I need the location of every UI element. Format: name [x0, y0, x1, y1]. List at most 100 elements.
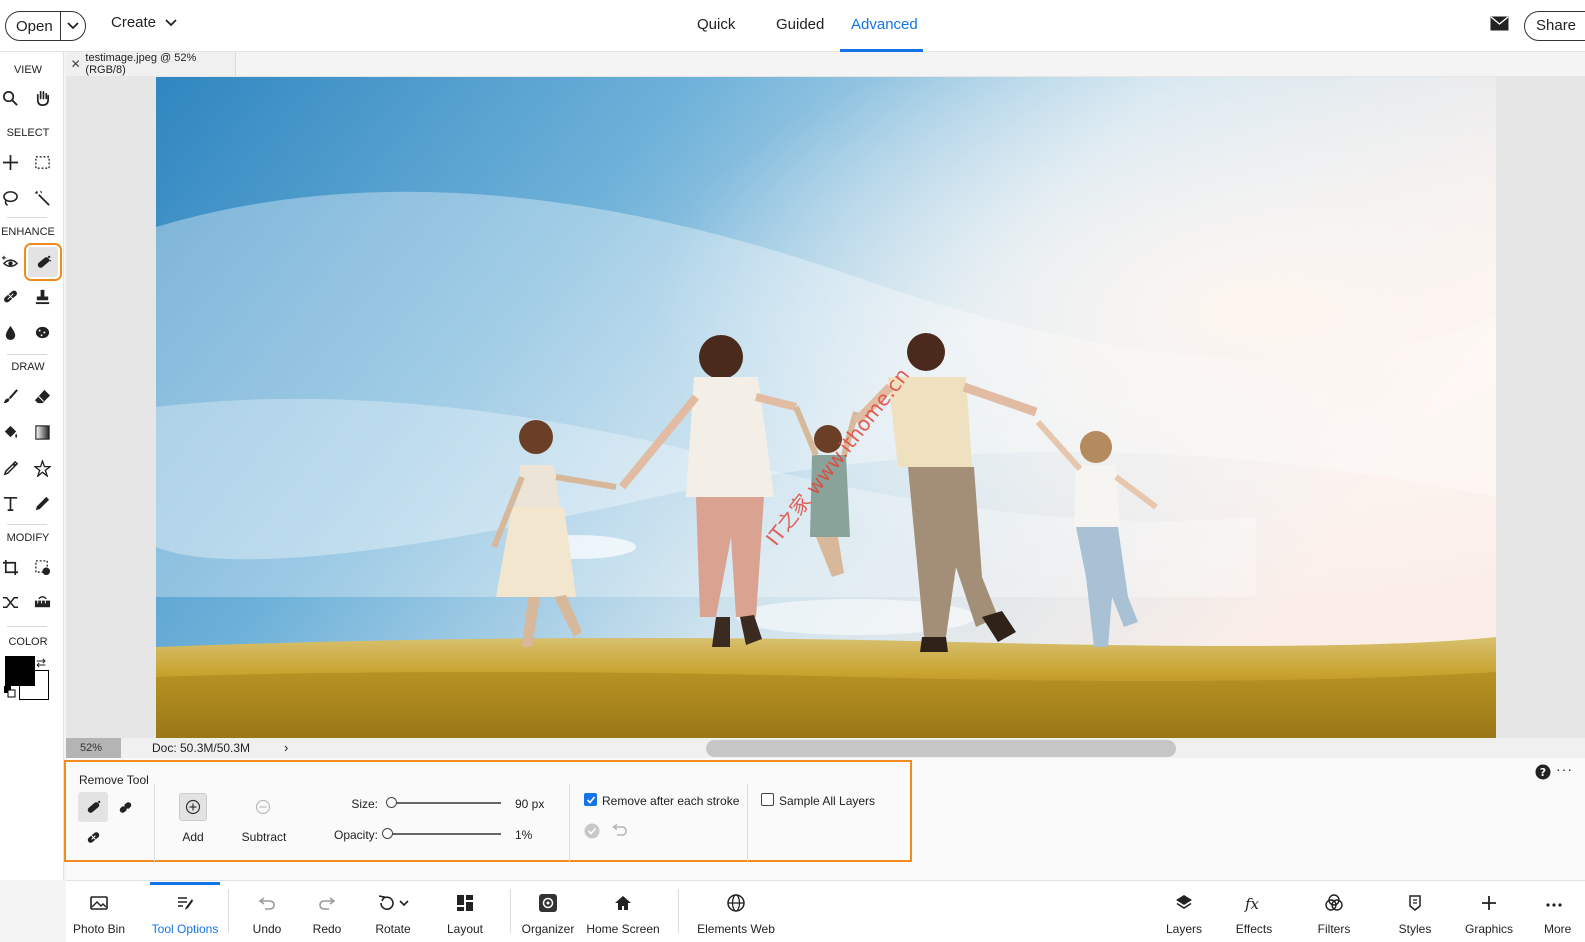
remove-tool-icon[interactable] [24, 243, 62, 281]
document-size: Doc: 50.3M/50.3M [152, 741, 251, 755]
rotate-label: Rotate [375, 922, 411, 936]
opacity-slider-thumb[interactable] [382, 828, 394, 839]
foreground-color-swatch[interactable] [5, 656, 35, 686]
move-tool-icon[interactable] [0, 147, 25, 177]
bottom-divider [510, 889, 511, 933]
tab-guided[interactable]: Guided [776, 16, 824, 33]
opacity-slider[interactable] [386, 833, 501, 835]
effects-button[interactable]: fx Effects [1231, 881, 1277, 942]
paint-bucket-icon[interactable] [0, 417, 25, 447]
opacity-label: Opacity: [333, 828, 378, 842]
layers-label: Layers [1165, 922, 1203, 936]
straighten-tool-icon[interactable] [27, 587, 57, 617]
create-menu-button[interactable]: Create [111, 14, 177, 31]
tool-options-button[interactable]: Tool Options [147, 881, 223, 942]
eraser-tool-icon[interactable] [27, 381, 57, 411]
type-tool-icon[interactable] [0, 488, 25, 518]
home-screen-button[interactable]: Home Screen [585, 881, 661, 942]
zoom-tool-icon[interactable] [0, 83, 25, 113]
layout-icon [457, 895, 473, 911]
horizontal-scrollbar[interactable] [706, 740, 1176, 757]
layers-button[interactable]: Layers [1163, 881, 1205, 942]
opacity-value[interactable]: 1% [515, 828, 532, 842]
photo-bin-label: Photo Bin [72, 922, 126, 936]
red-eye-tool-icon[interactable] [0, 247, 25, 277]
recompose-tool-icon[interactable] [27, 552, 57, 582]
graphics-button[interactable]: Graphics [1462, 881, 1516, 942]
redo-button[interactable]: Redo [307, 881, 347, 942]
size-slider-thumb[interactable] [386, 797, 397, 808]
document-tab-title: testimage.jpeg @ 52% (RGB/8) [85, 52, 197, 76]
help-icon[interactable]: ? [1535, 764, 1551, 780]
default-colors-icon[interactable] [4, 686, 16, 698]
elements-web-button[interactable]: Elements Web [696, 881, 776, 942]
custom-shape-icon[interactable] [27, 453, 57, 483]
commit-icon[interactable] [584, 823, 600, 839]
lasso-tool-icon[interactable] [0, 183, 25, 213]
open-button-label: Open [16, 17, 53, 35]
layout-button[interactable]: Layout [442, 881, 488, 942]
styles-button[interactable]: Styles [1394, 881, 1436, 942]
photo-bin-button[interactable]: Photo Bin [69, 881, 129, 942]
document-tab[interactable]: ✕ testimage.jpeg @ 52% (RGB/8) [66, 52, 236, 76]
sample-all-layers-label: Sample All Layers [779, 794, 876, 808]
checkmark-icon [586, 795, 595, 804]
bottom-bar: Photo Bin Tool Options Undo Redo Rotate … [66, 880, 1585, 942]
organizer-button[interactable]: Organizer [518, 881, 578, 942]
add-button[interactable] [179, 793, 207, 821]
gradient-tool-icon[interactable] [27, 417, 57, 447]
subtract-circle-icon[interactable] [255, 799, 271, 815]
more-options-icon[interactable]: ··· [1556, 761, 1573, 777]
svg-text:fx: fx [1244, 895, 1260, 913]
remove-tool-options: Remove Tool Add Subtract Size: 90 px Opa… [64, 760, 912, 862]
document-image[interactable]: IT之家 www.ithome.cn [156, 77, 1496, 738]
sample-all-layers-checkbox[interactable] [761, 793, 774, 806]
close-icon[interactable]: ✕ [66, 57, 85, 71]
hand-tool-icon[interactable] [27, 83, 57, 113]
crop-tool-icon[interactable] [0, 552, 25, 582]
chevron-right-icon[interactable]: › [284, 740, 288, 755]
tool-options-title: Remove Tool [79, 773, 149, 787]
open-button[interactable]: Open [5, 11, 86, 41]
styles-icon [1409, 895, 1421, 911]
share-button[interactable]: Share [1524, 11, 1585, 41]
remove-after-stroke-checkbox[interactable] [584, 793, 597, 806]
clone-stamp-icon[interactable] [27, 281, 57, 311]
tab-quick[interactable]: Quick [697, 16, 735, 33]
canvas-area[interactable]: IT之家 www.ithome.cn [66, 76, 1585, 738]
size-label: Size: [351, 797, 378, 811]
eyedropper-icon[interactable] [0, 453, 25, 483]
swap-colors-icon[interactable]: ⇄ [36, 656, 46, 670]
globe-icon [727, 894, 745, 912]
section-view: VIEW [13, 64, 43, 76]
brush-tool-icon[interactable] [0, 381, 25, 411]
rotate-button[interactable]: Rotate [368, 881, 418, 942]
chevron-down-icon[interactable] [61, 22, 85, 30]
filters-button[interactable]: Filters [1313, 881, 1355, 942]
spot-healing-variant-icon[interactable] [110, 792, 140, 822]
zoom-level[interactable]: 52% [66, 738, 121, 758]
size-slider[interactable] [391, 802, 501, 804]
size-value[interactable]: 90 px [515, 797, 544, 811]
content-aware-move-icon[interactable] [0, 587, 25, 617]
magic-wand-icon[interactable] [27, 183, 57, 213]
tab-advanced[interactable]: Advanced [851, 16, 918, 33]
redo-icon [319, 897, 336, 910]
more-button[interactable]: More [1544, 881, 1584, 942]
undo-stroke-icon[interactable] [611, 824, 627, 838]
healing-brush-variant-icon[interactable] [78, 822, 108, 852]
undo-button[interactable]: Undo [247, 881, 287, 942]
remove-tool-variant-icon[interactable] [78, 792, 108, 822]
more-label: More [1544, 922, 1572, 936]
marquee-tool-icon[interactable] [27, 147, 57, 177]
sponge-tool-icon[interactable] [27, 317, 57, 347]
pencil-tool-icon[interactable] [27, 488, 57, 518]
organizer-icon [539, 894, 557, 912]
section-color: COLOR [8, 636, 48, 648]
spot-healing-icon[interactable] [0, 281, 25, 311]
elements-web-label: Elements Web [697, 922, 775, 936]
tool-options-panel: Remove Tool Add Subtract Size: 90 px Opa… [64, 758, 1585, 880]
create-label: Create [111, 14, 157, 31]
mail-icon[interactable] [1490, 16, 1509, 36]
blur-tool-icon[interactable] [0, 317, 25, 347]
